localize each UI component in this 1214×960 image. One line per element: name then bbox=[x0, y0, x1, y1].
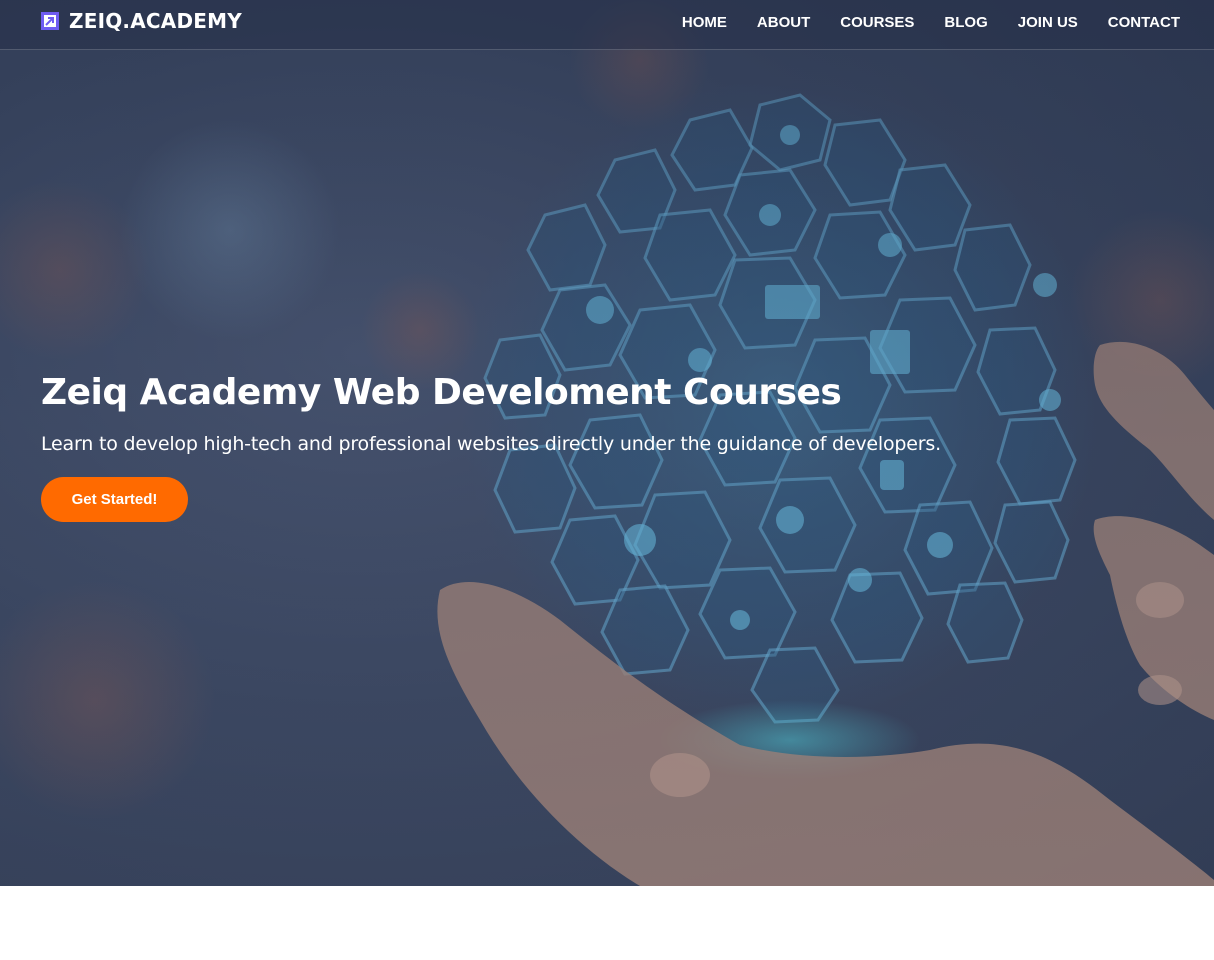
nav-blog[interactable]: BLOG bbox=[944, 13, 987, 33]
nav-about[interactable]: ABOUT bbox=[757, 13, 810, 33]
hero-subtitle: Learn to develop high-tech and professio… bbox=[41, 433, 941, 455]
nav-home[interactable]: HOME bbox=[682, 13, 727, 33]
navbar: ZEIQ.ACADEMY HOME ABOUT COURSES BLOG JOI… bbox=[0, 0, 1214, 50]
nav-contact[interactable]: CONTACT bbox=[1108, 13, 1180, 33]
hero-section: Zeiq Academy Web Develoment Courses Lear… bbox=[0, 0, 1214, 886]
logo-square-icon bbox=[41, 12, 59, 30]
get-started-button[interactable]: Get Started! bbox=[41, 477, 188, 522]
nav-courses[interactable]: COURSES bbox=[840, 13, 914, 33]
brand-name: ZEIQ.ACADEMY bbox=[69, 9, 242, 33]
nav-join-us[interactable]: JOIN US bbox=[1018, 13, 1078, 33]
main-nav: HOME ABOUT COURSES BLOG JOIN US CONTACT bbox=[652, 13, 1180, 33]
site-logo[interactable]: ZEIQ.ACADEMY bbox=[41, 9, 242, 33]
hero-content: Zeiq Academy Web Develoment Courses Lear… bbox=[41, 372, 941, 522]
hero-title: Zeiq Academy Web Develoment Courses bbox=[41, 372, 842, 413]
